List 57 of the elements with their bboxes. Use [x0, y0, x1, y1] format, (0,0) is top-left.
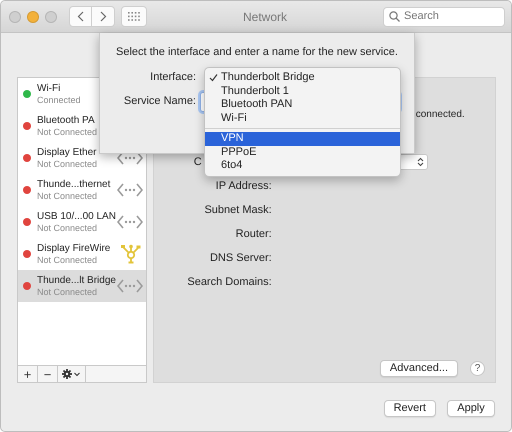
search-input[interactable]: Search — [404, 8, 499, 25]
ethernet-icon — [116, 214, 143, 229]
interface-label: Interface: — [149, 70, 197, 86]
field-label: Subnet Mask: — [203, 203, 272, 218]
stepper-icon — [416, 157, 424, 167]
grid-icon — [128, 12, 140, 21]
search-field[interactable]: Search — [383, 6, 505, 26]
service-item[interactable]: Thunde...lt Bridge Not Connected — [18, 270, 146, 302]
chevron-right-icon — [100, 11, 106, 22]
service-name: Thunde...thernet — [37, 178, 110, 191]
menu-item[interactable]: Thunderbolt Bridge — [205, 71, 400, 84]
dialog-button[interactable]: Revert — [384, 400, 436, 417]
service-item[interactable]: USB 10/...00 LAN Not Connected — [18, 206, 146, 238]
menu-item[interactable]: Wi-Fi — [205, 112, 400, 125]
menu-item[interactable]: PPPoE — [205, 146, 400, 159]
chevron-left-icon — [77, 11, 84, 22]
field-label: Router: — [234, 227, 272, 242]
show-all-button[interactable] — [121, 6, 147, 27]
service-item[interactable]: Thunde...thernet Not Connected — [18, 174, 146, 206]
service-item[interactable]: Bluetooth PA Not Connected — [18, 110, 146, 142]
forward-button[interactable] — [92, 6, 115, 27]
field-label: Search Domains: — [186, 275, 272, 290]
back-button[interactable] — [69, 6, 92, 27]
service-name-label: Service Name: — [122, 94, 197, 110]
service-status: Not Connected — [37, 223, 98, 234]
service-item[interactable]: Display FireWire Not Connected — [18, 238, 146, 270]
service-name: Thunde...lt Bridge — [37, 274, 116, 287]
gear-icon — [62, 369, 82, 379]
service-name: Bluetooth PA — [37, 114, 95, 127]
service-status: Connected — [37, 95, 81, 106]
menu-item[interactable]: VPN — [205, 132, 400, 146]
ethernet-icon — [116, 182, 143, 197]
service-status: Not Connected — [37, 159, 98, 170]
service-status: Not Connected — [37, 191, 98, 202]
service-status: Not Connected — [37, 287, 98, 298]
service-name: Display Ether — [37, 146, 96, 159]
field-label: IP Address: — [214, 179, 272, 194]
advanced-button[interactable]: Advanced... — [380, 360, 458, 377]
dialog-button[interactable]: Apply — [447, 400, 495, 417]
service-name: Display FireWire — [37, 242, 110, 255]
ethernet-icon — [116, 278, 143, 293]
field-label: C — [194, 154, 202, 170]
menu-item[interactable]: 6to4 — [205, 159, 400, 172]
help-button[interactable]: ? — [470, 361, 485, 376]
firewire-icon — [118, 244, 143, 264]
prompt-text: Select the interface and enter a name for the new service. — [116, 45, 399, 60]
field-label: DNS Server: — [208, 251, 272, 266]
search-icon — [389, 11, 400, 22]
service-status: Not Connected — [37, 127, 98, 138]
minimize-button[interactable] — [27, 10, 39, 22]
service-name: Wi-Fi — [37, 82, 60, 95]
service-name: USB 10/...00 LAN — [37, 210, 116, 223]
menu-item[interactable]: Bluetooth PAN — [205, 98, 400, 112]
menu-item[interactable]: Thunderbolt 1 — [205, 84, 400, 98]
status-text: connected. — [416, 108, 466, 122]
window-title: Network — [242, 8, 288, 26]
service-status: Not Connected — [37, 255, 98, 266]
